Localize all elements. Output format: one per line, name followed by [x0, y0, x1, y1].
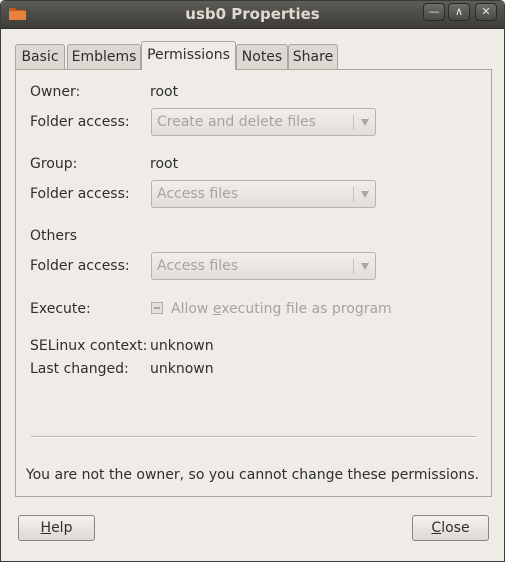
permissions-notice: You are not the owner, so you cannot cha…	[25, 467, 480, 483]
tab-emblems[interactable]: Emblems	[67, 44, 141, 69]
chevron-down-icon	[361, 191, 369, 198]
last-changed-label: Last changed:	[30, 361, 129, 377]
properties-window: usb0 Properties — ∧ ✕ Basic Emblems Perm…	[0, 0, 505, 562]
minimize-icon: —	[428, 5, 440, 18]
owner-access-label: Folder access:	[30, 114, 130, 130]
minimize-button[interactable]: —	[423, 3, 445, 21]
group-label: Group:	[30, 156, 78, 172]
close-icon: ✕	[481, 5, 491, 18]
owner-label: Owner:	[30, 84, 81, 100]
execute-label: Execute:	[30, 301, 91, 317]
execute-checkbox[interactable]	[151, 302, 163, 314]
owner-value: root	[150, 84, 179, 100]
title-bar[interactable]: usb0 Properties — ∧ ✕	[1, 1, 504, 29]
others-access-label: Folder access:	[30, 258, 130, 274]
tab-permissions[interactable]: Permissions	[141, 41, 236, 70]
group-access-combo[interactable]: Access files	[151, 180, 376, 208]
help-mnemonic: H	[40, 520, 52, 536]
combo-separator	[353, 115, 354, 130]
group-value: root	[150, 156, 179, 172]
divider	[31, 436, 476, 438]
selinux-value: unknown	[150, 338, 214, 354]
others-access-combo[interactable]: Access files	[151, 252, 376, 280]
execute-option-text: Allow	[171, 301, 213, 317]
tab-notes[interactable]: Notes	[236, 44, 288, 69]
last-changed-value: unknown	[150, 361, 214, 377]
execute-option-mnemonic: e	[212, 301, 222, 317]
close-mnemonic: C	[431, 520, 442, 536]
combo-separator	[353, 259, 354, 274]
chevron-down-icon	[361, 119, 369, 126]
execute-option-label[interactable]: Allow executing file as program	[171, 301, 392, 317]
selinux-label: SELinux context:	[30, 338, 148, 354]
close-button[interactable]: Close	[412, 515, 489, 541]
group-access-label: Folder access:	[30, 186, 130, 202]
help-label: elp	[51, 520, 73, 536]
owner-access-combo[interactable]: Create and delete files	[151, 108, 376, 136]
maximize-button[interactable]: ∧	[448, 3, 470, 21]
owner-access-value: Create and delete files	[157, 114, 316, 130]
others-label: Others	[30, 228, 78, 244]
others-access-value: Access files	[157, 258, 238, 274]
maximize-icon: ∧	[454, 5, 464, 18]
help-button[interactable]: Help	[18, 515, 95, 541]
close-label: lose	[441, 520, 470, 536]
execute-option-text-rest: xecuting file as program	[221, 301, 392, 317]
tab-share[interactable]: Share	[288, 44, 338, 69]
combo-separator	[353, 187, 354, 202]
tab-basic[interactable]: Basic	[15, 44, 65, 69]
group-access-value: Access files	[157, 186, 238, 202]
close-window-button[interactable]: ✕	[475, 3, 497, 21]
chevron-down-icon	[361, 263, 369, 270]
